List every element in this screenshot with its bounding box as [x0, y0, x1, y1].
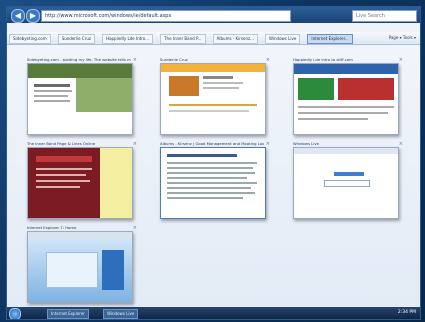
tab-4[interactable]: The Inner Band P...: [160, 34, 206, 44]
quick-tab-tile[interactable]: Albums - Kirsenz | Good Management and M…: [160, 141, 272, 219]
taskbar-button[interactable]: Windows Live: [103, 309, 139, 319]
quick-tab-tile[interactable]: Sidebyeting.com - plotting my life. The …: [27, 57, 139, 135]
close-icon[interactable]: ×: [133, 57, 137, 63]
forward-button[interactable]: ▶: [26, 9, 40, 23]
browser-window: ◀ ▶ http://www.microsoft.com/windows/ie/…: [6, 6, 421, 320]
tab-bar: Sidebyeting.com Sunderlie Cruz Happiedly…: [7, 32, 420, 45]
quick-tab-tile[interactable]: Happiedly Lde Intro to stiff.com ×: [293, 57, 405, 135]
address-bar[interactable]: http://www.microsoft.com/windows/ie/defa…: [41, 10, 291, 22]
quick-tab-tile[interactable]: The Inner Band Page & Lines Online ×: [27, 141, 139, 219]
page-thumbnail[interactable]: [160, 63, 266, 135]
quick-tab-tile[interactable]: Sunderlie Cruz ×: [160, 57, 272, 135]
close-icon[interactable]: ×: [399, 57, 403, 63]
tab-2[interactable]: Sunderlie Cruz: [57, 34, 95, 44]
quick-tab-tile[interactable]: Internet Explorer 7: Home ×: [27, 225, 139, 303]
quick-tab-tile[interactable]: Windows Live ×: [293, 141, 405, 219]
title-bar: ◀ ▶ http://www.microsoft.com/windows/ie/…: [7, 7, 420, 23]
taskbar-button[interactable]: Internet Explorer: [47, 309, 89, 319]
tab-5[interactable]: Albums - Kirsenz...: [212, 34, 258, 44]
quick-tabs-view: Sidebyeting.com - plotting my life. The …: [7, 45, 420, 307]
start-button[interactable]: [9, 308, 21, 319]
page-thumbnail[interactable]: [160, 147, 266, 219]
page-thumbnail[interactable]: [27, 231, 133, 303]
close-icon[interactable]: ×: [266, 141, 270, 147]
close-icon[interactable]: ×: [399, 141, 403, 147]
tab-7[interactable]: Internet Explorer...: [307, 34, 353, 44]
search-input[interactable]: Live Search: [352, 10, 417, 22]
tab-1[interactable]: Sidebyeting.com: [9, 34, 51, 44]
clock: 2:34 PM: [397, 310, 416, 315]
page-thumbnail[interactable]: [27, 63, 133, 135]
close-icon[interactable]: ×: [133, 141, 137, 147]
taskbar: Internet Explorer Windows Live 2:34 PM: [7, 307, 420, 319]
page-thumbnail[interactable]: [27, 147, 133, 219]
tab-6[interactable]: Windows Live: [265, 34, 301, 44]
close-icon[interactable]: ×: [133, 225, 137, 231]
tab-3[interactable]: Happiedly Lde Intro...: [102, 34, 153, 44]
back-button[interactable]: ◀: [11, 9, 25, 23]
close-icon[interactable]: ×: [266, 57, 270, 63]
tools-menu[interactable]: Page ▾ Tools ▾: [389, 34, 416, 42]
page-thumbnail[interactable]: [293, 63, 399, 135]
page-thumbnail[interactable]: [293, 147, 399, 219]
